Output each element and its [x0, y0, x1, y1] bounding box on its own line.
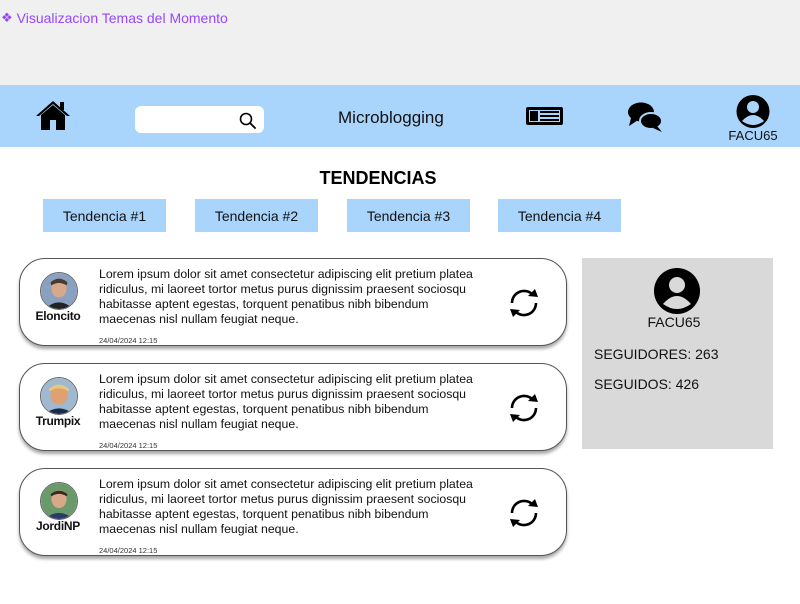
post-avatar[interactable]	[40, 482, 78, 520]
post-date: 24/04/2024 12:15	[99, 546, 158, 555]
post-text: Lorem ipsum dolor sit amet consectetur a…	[99, 477, 473, 536]
trend-button-1[interactable]: Tendencia #1	[43, 199, 166, 232]
frame-label-text: Visualizacion Temas del Momento	[16, 10, 228, 26]
newspaper-icon	[526, 107, 563, 125]
post-text: Lorem ipsum dolor sit amet consectetur a…	[99, 372, 473, 431]
post-avatar[interactable]	[40, 377, 78, 415]
navbar: Microblogging FACU65	[0, 85, 800, 147]
profile-card: FACU65 SEGUIDORES: 263 SEGUIDOS: 426	[582, 258, 773, 449]
followers-count[interactable]: SEGUIDORES: 263	[594, 346, 719, 362]
trend-button-2[interactable]: Tendencia #2	[195, 199, 318, 232]
search-input[interactable]	[143, 110, 237, 131]
top-area: ❖ Visualizacion Temas del Momento	[0, 0, 800, 85]
post-username[interactable]: JordiNP	[26, 519, 90, 533]
news-button[interactable]	[525, 106, 564, 126]
home-button[interactable]	[35, 99, 71, 131]
repost-icon[interactable]	[506, 496, 542, 530]
search-icon[interactable]	[239, 112, 256, 129]
frame-label: ❖ Visualizacion Temas del Momento	[1, 10, 228, 26]
person-photo-icon	[41, 483, 77, 519]
profile-name: FACU65	[647, 314, 701, 330]
post-card: Trumpix Lorem ipsum dolor sit amet conse…	[19, 363, 567, 451]
post-card: Eloncito Lorem ipsum dolor sit amet cons…	[19, 258, 567, 346]
post-text: Lorem ipsum dolor sit amet consectetur a…	[99, 267, 473, 326]
post-date: 24/04/2024 12:15	[99, 441, 158, 450]
person-photo-icon	[41, 273, 77, 309]
app-title: Microblogging	[338, 108, 444, 127]
repost-icon[interactable]	[506, 286, 542, 320]
user-avatar-icon[interactable]	[654, 268, 700, 314]
trend-button-4[interactable]: Tendencia #4	[498, 199, 621, 232]
user-profile-button[interactable]: FACU65	[728, 95, 778, 145]
component-icon: ❖	[1, 10, 13, 25]
search-box[interactable]	[135, 106, 264, 133]
post-avatar[interactable]	[40, 272, 78, 310]
user-avatar-icon	[736, 95, 770, 128]
following-count[interactable]: SEGUIDOS: 426	[594, 376, 699, 392]
chat-bubbles-icon	[628, 102, 663, 132]
trends-title-text: TENDENCIAS	[319, 168, 437, 188]
home-icon	[36, 101, 70, 130]
user-label: FACU65	[728, 128, 778, 143]
person-photo-icon	[41, 378, 77, 414]
repost-icon[interactable]	[506, 391, 542, 425]
trend-button-3[interactable]: Tendencia #3	[347, 199, 470, 232]
post-username[interactable]: Trumpix	[26, 414, 90, 428]
messages-button[interactable]	[627, 101, 664, 133]
post-card: JordiNP Lorem ipsum dolor sit amet conse…	[19, 468, 567, 556]
trends-title: TENDENCIAS	[0, 168, 756, 189]
post-username[interactable]: Eloncito	[26, 309, 90, 323]
post-date: 24/04/2024 12:15	[99, 336, 158, 345]
